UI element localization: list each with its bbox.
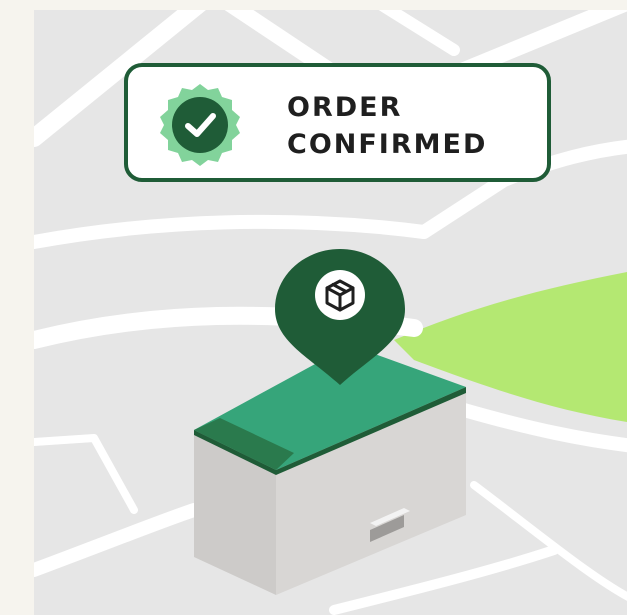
badge-title: ORDER CONFIRMED (287, 89, 487, 163)
check-seal-icon (160, 84, 240, 166)
order-confirmed-illustration: ORDER CONFIRMED (0, 0, 627, 615)
badge-title-line2: CONFIRMED (287, 129, 488, 160)
location-pin (271, 245, 409, 385)
order-confirmed-badge: ORDER CONFIRMED (124, 63, 551, 182)
badge-title-line1: ORDER (287, 92, 403, 123)
